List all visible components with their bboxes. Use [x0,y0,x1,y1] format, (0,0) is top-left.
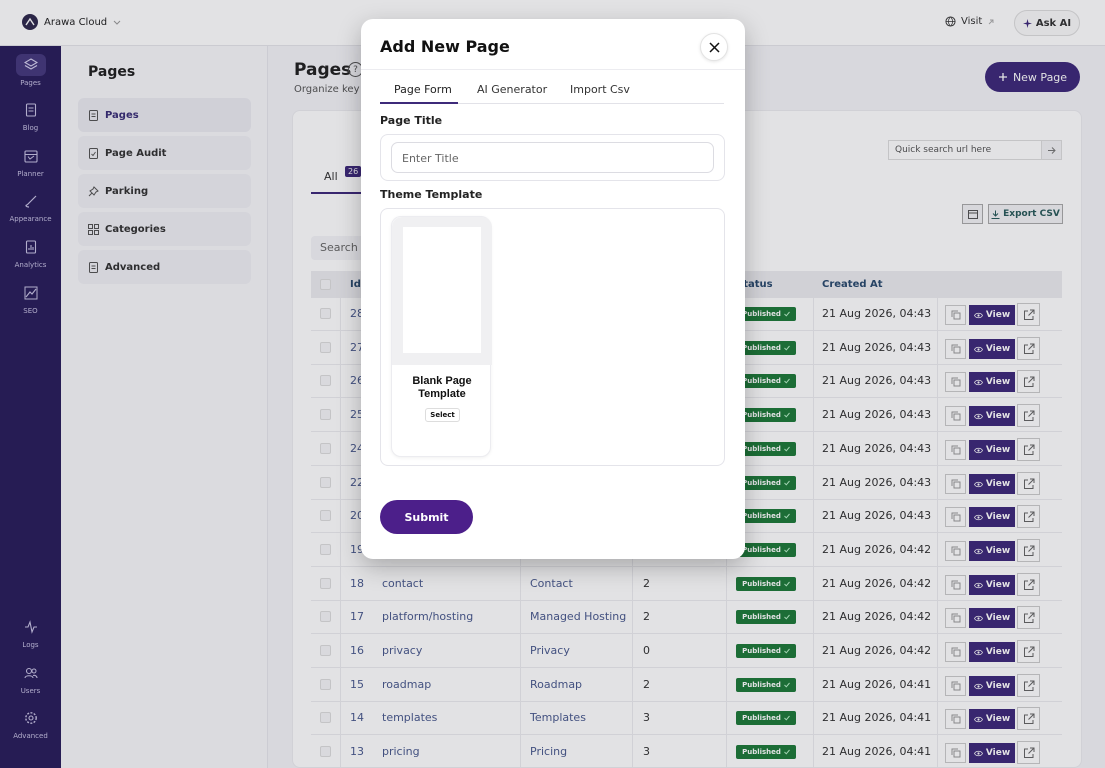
template-thumbnail [403,227,481,353]
modal-divider [361,69,745,70]
tab-import-csv[interactable]: Import Csv [570,83,630,96]
add-page-modal: Add New Page Page Form AI Generator Impo… [361,19,745,559]
template-preview-area [392,217,492,365]
tab-page-form[interactable]: Page Form [394,83,452,96]
tab-active-indicator [380,102,458,104]
close-button[interactable] [700,33,728,61]
close-icon [708,41,720,53]
submit-button[interactable]: Submit [380,500,473,534]
template-name: Blank Page Template [412,375,472,400]
template-card[interactable]: Blank Page Template Select [391,216,492,457]
theme-template-label: Theme Template [380,188,483,201]
modal-title: Add New Page [380,37,510,56]
page-title-input[interactable]: Enter Title [391,142,714,173]
tab-ai-generator[interactable]: AI Generator [477,83,547,96]
page-title-label: Page Title [380,114,443,127]
template-select-button[interactable]: Select [425,408,460,422]
